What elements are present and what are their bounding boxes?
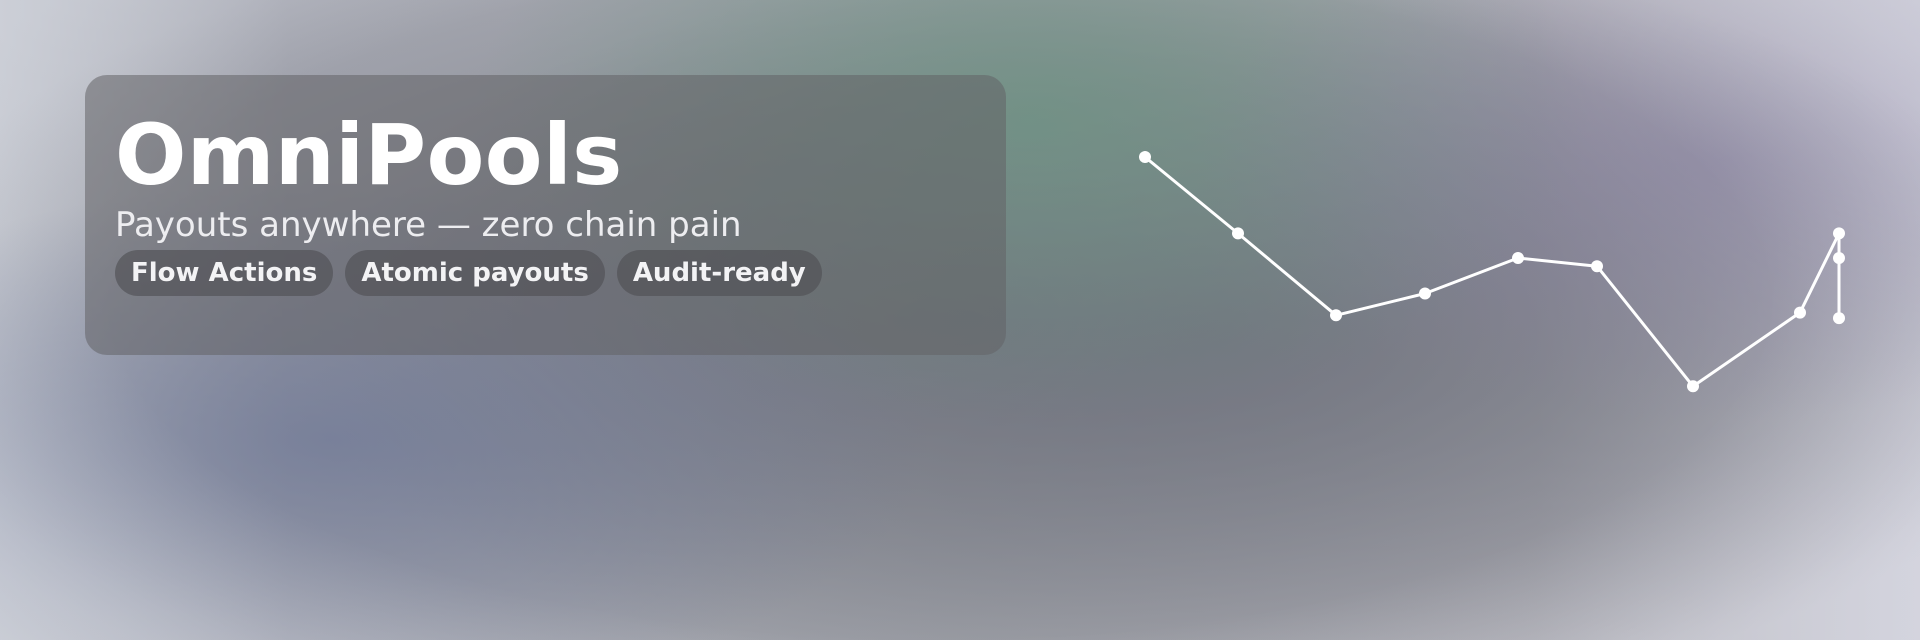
sparkline-point xyxy=(1512,252,1524,264)
sparkline-point xyxy=(1419,287,1431,300)
sparkline-point xyxy=(1794,306,1806,319)
sparkline-point xyxy=(1591,260,1603,273)
sparkline-point xyxy=(1139,151,1151,163)
sparkline-chart xyxy=(1139,151,1845,393)
sparkline-point xyxy=(1687,380,1699,393)
banner-background: OmniPools Payouts anywhere — zero chain … xyxy=(0,0,1920,640)
sparkline-point xyxy=(1833,312,1845,325)
sparkline-point xyxy=(1232,227,1244,240)
sparkline-series-line xyxy=(1143,155,1841,388)
sparkline-point xyxy=(1833,227,1845,240)
sparkline-point xyxy=(1330,309,1342,322)
sparkline-point xyxy=(1833,252,1845,264)
